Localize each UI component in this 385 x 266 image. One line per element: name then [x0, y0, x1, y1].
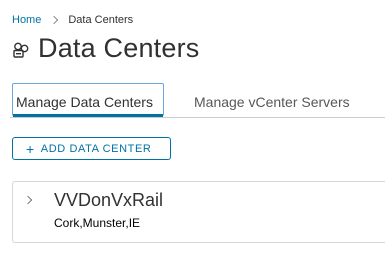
breadcrumb-separator-icon [50, 15, 59, 25]
add-data-center-label: ADD DATA CENTER [40, 142, 152, 155]
datacenter-location: Cork,Munster,IE [54, 216, 141, 230]
page-title: Data Centers [38, 33, 200, 63]
breadcrumb: Home Data Centers [12, 14, 133, 26]
tab-bar: Manage Data Centers Manage vCenter Serve… [0, 83, 385, 119]
datacenter-name[interactable]: VVDonVxRail [54, 190, 163, 211]
tab-manage-vcenter-servers[interactable]: Manage vCenter Servers [194, 83, 350, 116]
plus-icon: + [26, 140, 35, 157]
chevron-right-icon[interactable] [23, 195, 33, 205]
breadcrumb-current: Data Centers [68, 14, 134, 26]
tab-divider [10, 117, 385, 118]
add-data-center-button[interactable]: + ADD DATA CENTER [12, 137, 171, 160]
breadcrumb-home-link[interactable]: Home [12, 14, 41, 26]
page-header: Data Centers [11, 33, 199, 64]
datacenter-icon [13, 42, 29, 58]
tab-manage-data-centers[interactable]: Manage Data Centers [12, 83, 164, 116]
datacenter-card: VVDonVxRail Cork,Munster,IE [12, 181, 385, 243]
